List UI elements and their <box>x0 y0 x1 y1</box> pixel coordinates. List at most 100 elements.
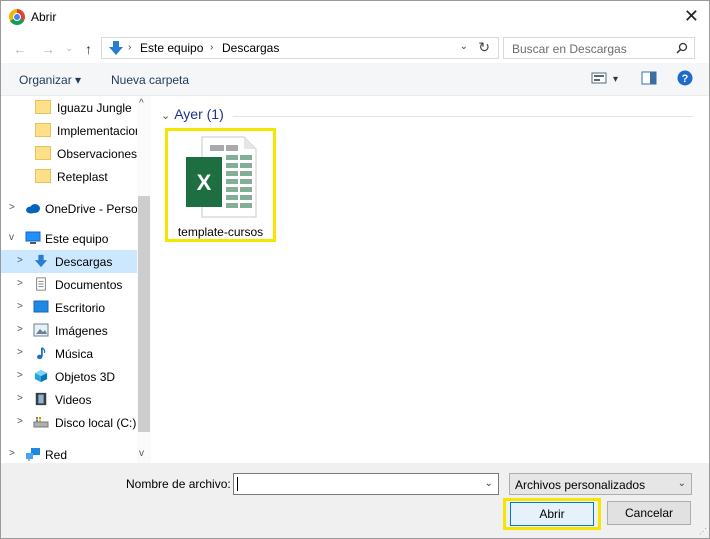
chevron-right-icon[interactable]: > <box>17 416 23 427</box>
sidebar-item-imagenes[interactable]: > Imágenes <box>1 319 137 342</box>
resize-grip[interactable]: ⋰ <box>699 527 707 536</box>
sidebar-item-este-equipo[interactable]: v Este equipo <box>1 227 137 250</box>
sidebar-item-documentos[interactable]: > Documentos <box>1 273 137 296</box>
network-icon <box>26 448 40 461</box>
filename-input[interactable]: ⌄ <box>233 473 499 495</box>
scrollbar-thumb[interactable] <box>138 196 150 432</box>
address-bar[interactable]: › Este equipo › Descargas ⌄ ↻ <box>101 37 499 59</box>
search-placeholder: Buscar en Descargas <box>512 42 627 56</box>
search-input[interactable]: Buscar en Descargas <box>503 37 695 59</box>
group-divider <box>233 116 693 117</box>
cloud-icon <box>26 204 40 214</box>
address-row: ← → ⌄ ↑ › Este equipo › Descargas ⌄ ↻ Bu… <box>1 33 709 63</box>
sidebar-item-label: Implementacion <box>57 124 142 138</box>
forward-button[interactable]: → <box>41 41 55 57</box>
chevron-right-icon[interactable]: > <box>9 202 15 213</box>
back-button[interactable]: ← <box>13 41 27 57</box>
open-file-dialog: Abrir ✕ ← → ⌄ ↑ › Este equipo › Descarga… <box>0 0 710 539</box>
sidebar-item-label: OneDrive - Persor <box>45 202 142 216</box>
filetype-value: Archivos personalizados <box>515 478 646 492</box>
change-view-icon[interactable] <box>591 71 607 85</box>
excel-file-icon: X <box>186 136 257 218</box>
dialog-footer: Nombre de archivo: ⌄ Archivos personaliz… <box>1 463 709 538</box>
sidebar-item-label: Objetos 3D <box>55 370 116 384</box>
open-button-highlight: Abrir <box>503 498 601 530</box>
sidebar-item-observaciones[interactable]: Observaciones <box>1 142 137 165</box>
filename-dropdown-button[interactable]: ⌄ <box>485 478 493 489</box>
sidebar-item-label: Música <box>55 347 94 361</box>
sidebar-item-implementacion[interactable]: Implementacion <box>1 119 142 142</box>
chevron-right-icon[interactable]: > <box>17 301 23 312</box>
download-icon <box>109 41 123 55</box>
sidebar-item-objetos-3d[interactable]: > Objetos 3D <box>1 365 137 388</box>
music-icon <box>37 347 46 360</box>
scroll-up-button[interactable]: ^ <box>139 98 144 109</box>
cube-icon <box>34 369 48 383</box>
up-button[interactable]: ↑ <box>85 41 92 57</box>
sidebar-item-label: Este equipo <box>45 232 109 246</box>
folder-icon <box>35 146 51 160</box>
chrome-icon <box>9 9 25 25</box>
sidebar-item-descargas[interactable]: > Descargas <box>1 250 137 273</box>
chevron-right-icon[interactable]: > <box>17 255 23 266</box>
navigation-pane: Iguazu Jungle Implementacion Observacion… <box>1 96 151 463</box>
sidebar-item-videos[interactable]: > Videos <box>1 388 137 411</box>
sidebar-item-label: Observaciones <box>57 147 138 161</box>
chevron-right-icon[interactable]: > <box>17 393 23 404</box>
sidebar-item-label: Imágenes <box>55 324 108 338</box>
close-button[interactable]: ✕ <box>684 5 699 27</box>
images-icon <box>33 323 49 337</box>
new-folder-button[interactable]: Nueva carpeta <box>111 73 189 87</box>
navigation-scrollbar[interactable]: ^ v <box>137 96 151 463</box>
preview-pane-icon[interactable] <box>641 71 657 85</box>
sidebar-item-red[interactable]: > Red <box>1 443 137 463</box>
file-item-template-cursos[interactable]: X template-cursos <box>165 128 276 242</box>
chevron-right-icon[interactable]: > <box>17 347 23 358</box>
sidebar-item-label: Documentos <box>55 278 123 292</box>
sidebar-item-onedrive[interactable]: > OneDrive - Persor <box>1 197 142 220</box>
drive-icon <box>33 417 49 428</box>
chevron-right-icon[interactable]: > <box>17 278 23 289</box>
chevron-down-icon: ⌄ <box>161 110 171 122</box>
scroll-down-button[interactable]: v <box>139 448 144 459</box>
download-icon <box>34 254 48 268</box>
folder-icon <box>35 169 51 183</box>
help-icon[interactable]: ? <box>677 70 693 86</box>
recent-locations-button[interactable]: ⌄ <box>65 43 73 54</box>
video-icon <box>35 392 47 406</box>
file-name: template-cursos <box>177 225 264 239</box>
folder-icon <box>35 123 51 137</box>
organize-button[interactable]: Organizar ▾ <box>19 73 81 87</box>
sidebar-item-label: Iguazu Jungle <box>57 101 132 115</box>
sidebar-item-iguazu-jungle[interactable]: Iguazu Jungle <box>1 96 137 119</box>
cancel-button[interactable]: Cancelar <box>607 501 691 525</box>
computer-icon <box>25 231 41 244</box>
open-button[interactable]: Abrir <box>510 502 594 526</box>
file-list: ⌄ Ayer (1) X template-cursos <box>151 96 709 463</box>
refresh-button[interactable]: ↻ <box>478 39 490 56</box>
filetype-select[interactable]: Archivos personalizados ⌄ <box>509 473 692 495</box>
document-icon <box>36 277 46 291</box>
chevron-down-icon: ⌄ <box>677 478 686 489</box>
sidebar-item-reteplast[interactable]: Reteplast <box>1 165 137 188</box>
chevron-right-icon[interactable]: > <box>17 324 23 335</box>
folder-icon <box>35 100 51 114</box>
chevron-down-icon[interactable]: v <box>9 232 14 243</box>
group-header-label: Ayer (1) <box>174 106 224 122</box>
title-bar: Abrir ✕ <box>1 1 709 33</box>
chevron-right-icon[interactable]: > <box>9 448 15 459</box>
breadcrumb-descargas[interactable]: Descargas <box>222 41 279 55</box>
breadcrumb-este-equipo[interactable]: Este equipo <box>140 41 203 55</box>
breadcrumb-separator: › <box>128 42 132 53</box>
view-dropdown-button[interactable]: ▾ <box>613 74 618 85</box>
sidebar-item-escritorio[interactable]: > Escritorio <box>1 296 137 319</box>
group-header[interactable]: ⌄ Ayer (1) <box>161 106 224 122</box>
sidebar-item-disco-local[interactable]: > Disco local (C:) <box>1 411 137 434</box>
address-dropdown-button[interactable]: ⌄ <box>460 41 468 52</box>
chevron-right-icon[interactable]: > <box>17 370 23 381</box>
sidebar-item-label: Reteplast <box>57 170 108 184</box>
filename-label: Nombre de archivo: <box>126 477 231 491</box>
search-icon[interactable] <box>676 42 688 54</box>
desktop-icon <box>33 300 49 313</box>
sidebar-item-musica[interactable]: > Música <box>1 342 137 365</box>
